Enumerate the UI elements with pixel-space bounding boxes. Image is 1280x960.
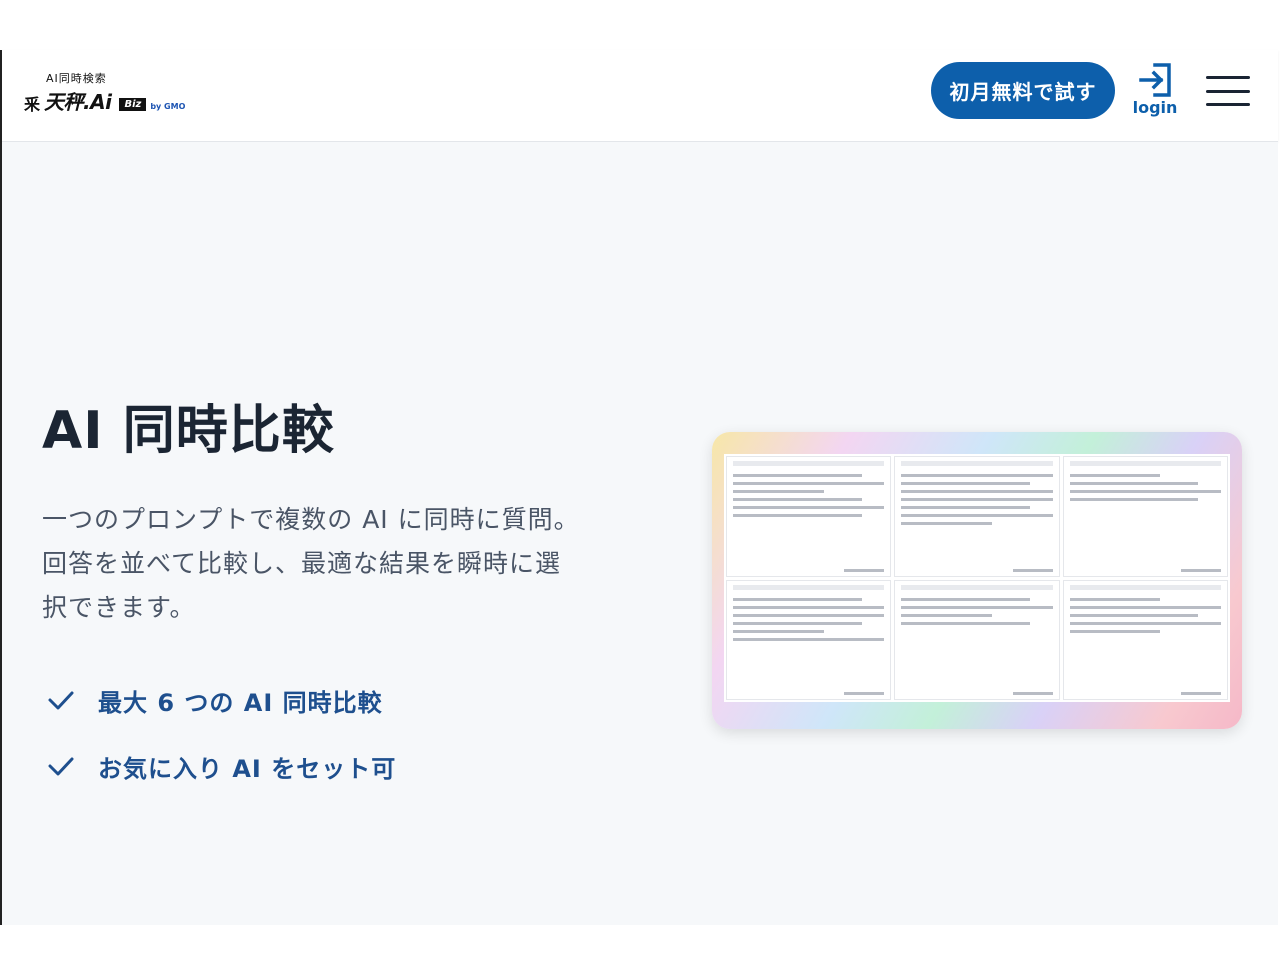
feature-text: お気に入り AI をセット可 [98, 754, 397, 783]
site-header: AI同時検索 ⾤ 天秤.Ai Biz by GMO 初月無料で試す login [2, 50, 1278, 142]
free-trial-button[interactable]: 初月無料で試す [931, 62, 1115, 119]
screenshot-grid [724, 454, 1230, 702]
menu-bar [1206, 76, 1250, 79]
logo-name: 天秤.Ai [44, 90, 112, 114]
logo-biz-badge: Biz [119, 98, 147, 111]
scale-logo-icon: ⾤ [24, 95, 41, 114]
page: AI同時検索 ⾤ 天秤.Ai Biz by GMO 初月無料で試す login … [0, 0, 1280, 960]
bottom-spacer [0, 925, 1280, 960]
logo-by-gmo: by GMO [150, 102, 186, 111]
site-logo[interactable]: AI同時検索 ⾤ 天秤.Ai Biz by GMO [24, 70, 224, 118]
hero-title: AI 同時比較 [42, 401, 335, 461]
ai-pane [726, 456, 892, 577]
feature-list: 最大 6 つの AI 同時比較 お気に入り AI をセット可 [46, 682, 396, 814]
ai-pane [1062, 456, 1228, 577]
ai-pane [894, 579, 1060, 700]
login-label: login [1132, 98, 1178, 117]
menu-bar [1206, 89, 1250, 93]
ai-pane [1062, 579, 1228, 700]
feature-item: 最大 6 つの AI 同時比較 [46, 682, 396, 718]
logo-row: ⾤ 天秤.Ai Biz by GMO [24, 86, 185, 115]
hero-description: 一つのプロンプトで複数の AI に同時に質問。回答を並べて比較し、最適な結果を瞬… [42, 505, 580, 622]
logo-tagline: AI同時検索 [46, 72, 107, 85]
hamburger-menu-icon[interactable] [1206, 76, 1250, 106]
check-icon [48, 691, 74, 710]
ai-pane [894, 456, 1060, 577]
login-arrow-icon [1139, 63, 1171, 97]
ai-pane [726, 579, 892, 700]
feature-text: 最大 6 つの AI 同時比較 [98, 688, 383, 717]
feature-item: お気に入り AI をセット可 [46, 748, 396, 784]
login-link[interactable]: login [1132, 60, 1178, 122]
top-spacer [0, 0, 1280, 50]
check-icon [48, 757, 74, 776]
comparison-screenshot [712, 432, 1242, 729]
hero-section: AI 同時比較 一つのプロンプトで複数の AI に同時に質問。回答を並べて比較し… [2, 142, 1278, 925]
menu-bar [1206, 103, 1250, 106]
